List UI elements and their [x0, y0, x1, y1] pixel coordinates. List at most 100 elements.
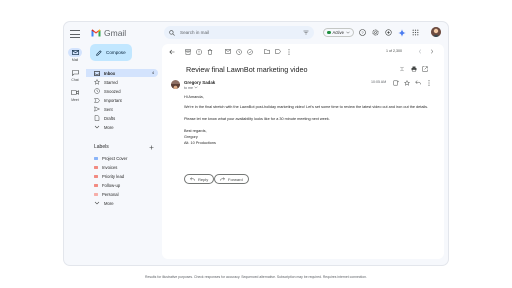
label-item-label: Personal — [102, 191, 119, 197]
reply-icon[interactable] — [414, 79, 421, 86]
star-toggle-icon[interactable] — [403, 79, 410, 86]
reply-label: Reply — [198, 176, 209, 182]
trash-icon[interactable] — [206, 48, 213, 55]
collapse-all-icon[interactable] — [398, 65, 405, 72]
gmail-m-icon — [91, 29, 101, 37]
gear-icon[interactable] — [371, 28, 380, 37]
label-item-more[interactable]: More — [86, 199, 158, 207]
body-greeting: Hi Amanda, — [184, 95, 204, 99]
add-task-icon[interactable] — [246, 48, 253, 55]
forward-label: Forward — [228, 176, 243, 182]
send-icon — [94, 106, 100, 112]
help-icon[interactable]: ? — [358, 28, 367, 37]
main-menu-icon[interactable] — [70, 30, 80, 38]
label-color-icon — [94, 192, 98, 196]
pencil-icon — [96, 49, 102, 56]
body-signature-name: Gregory — [184, 135, 198, 139]
forward-button[interactable]: Forward — [214, 174, 249, 184]
gemini-chat-icon[interactable] — [384, 28, 393, 37]
archive-icon[interactable] — [184, 48, 191, 55]
sidebar-item-sent[interactable]: Sent — [86, 105, 158, 113]
print-icon[interactable] — [410, 65, 417, 72]
sidebar-item-label: Sent — [104, 106, 113, 112]
summarize-icon[interactable] — [392, 79, 399, 86]
move-to-folder-icon[interactable] — [263, 48, 270, 55]
more-vert-icon[interactable] — [285, 48, 292, 55]
label-item-label: Priority lead — [102, 173, 125, 179]
body-paragraph: Please let me know what your availabilit… — [184, 117, 330, 121]
reply-arrow-icon — [190, 177, 195, 181]
sidebar-item-label: Important — [104, 97, 122, 103]
search-bar[interactable]: Search in mail — [164, 26, 314, 39]
sidebar-item-more[interactable]: More — [86, 123, 158, 131]
sidebar-item-starred[interactable]: Starred — [86, 78, 158, 86]
rail-label-meet: Meet — [71, 98, 79, 102]
labels-header: Labels — [94, 144, 154, 150]
rail-item-chat[interactable]: Chat — [64, 68, 86, 82]
sidebar-item-label: Inbox — [104, 70, 116, 76]
forward-arrow-icon — [220, 177, 225, 181]
gmail-window: Mail Chat Meet Gmail Search in mail Acti… — [64, 22, 448, 265]
back-arrow-icon[interactable] — [168, 48, 175, 55]
older-chevron-icon[interactable] — [428, 48, 435, 55]
svg-text:?: ? — [361, 30, 364, 35]
label-item-invoices[interactable]: Invoices — [86, 163, 158, 171]
sidebar-item-label: More — [104, 124, 114, 130]
snooze-clock-icon[interactable] — [235, 48, 242, 55]
reply-button[interactable]: Reply — [184, 174, 215, 184]
account-avatar[interactable] — [431, 27, 441, 37]
inbox-count: 4 — [152, 71, 154, 75]
body-signature-company: Alt. 10 Productions — [184, 141, 216, 145]
sender-avatar[interactable] — [171, 80, 180, 89]
apps-grid-icon[interactable] — [411, 28, 420, 37]
status-label: Active — [332, 30, 344, 35]
rail-label-mail: Mail — [71, 58, 79, 62]
compose-button[interactable]: Compose — [90, 44, 132, 61]
video-icon — [68, 88, 82, 97]
chevron-down-icon — [94, 125, 100, 129]
pagination-text: 1 of 2,300 — [386, 49, 402, 53]
recipient-text: to me — [184, 86, 193, 90]
sidebar-item-drafts[interactable]: Drafts — [86, 114, 158, 122]
add-label-icon[interactable] — [149, 145, 154, 150]
label-item-label: Project Cover — [102, 155, 128, 161]
newer-chevron-icon[interactable] — [416, 48, 423, 55]
gemini-sparkle-icon[interactable] — [397, 28, 406, 37]
app-name: Gmail — [104, 28, 127, 38]
rail-label-chat: Chat — [71, 78, 79, 82]
label-item-project-cover[interactable]: Project Cover — [86, 154, 158, 162]
label-item-priority-lead[interactable]: Priority lead — [86, 172, 158, 180]
sidebar-item-label: Snoozed — [104, 88, 121, 94]
email-view: 1 of 2,300 Review final LawnBot marketin… — [162, 44, 444, 259]
search-input[interactable]: Search in mail — [180, 30, 298, 35]
search-options-icon[interactable] — [303, 30, 309, 35]
email-timestamp: 10:05 AM — [371, 80, 387, 84]
label-color-icon — [94, 183, 98, 187]
mark-unread-icon[interactable] — [224, 48, 231, 55]
label-item-personal[interactable]: Personal — [86, 190, 158, 198]
open-in-new-window-icon[interactable] — [421, 65, 428, 72]
label-color-icon — [94, 174, 98, 178]
rail-item-meet[interactable]: Meet — [64, 88, 86, 102]
sidebar-item-snoozed[interactable]: Snoozed — [86, 87, 158, 95]
more-vert-icon[interactable] — [425, 79, 432, 86]
label-item-follow-up[interactable]: Follow-up — [86, 181, 158, 189]
report-spam-icon[interactable] — [195, 48, 202, 55]
compose-label: Compose — [106, 50, 126, 55]
search-icon[interactable] — [169, 29, 175, 36]
sender-name[interactable]: Gregory Sadak — [184, 80, 215, 85]
sidebar-item-label: Starred — [104, 79, 118, 85]
inbox-icon — [94, 70, 100, 76]
label-tag-icon[interactable] — [274, 48, 281, 55]
label-item-label: More — [104, 200, 114, 206]
rail-item-mail[interactable]: Mail — [64, 48, 86, 62]
status-selector[interactable]: Active — [323, 28, 354, 37]
sidebar-item-label: Drafts — [104, 115, 116, 121]
recipient-line[interactable]: to me — [184, 86, 198, 90]
sidebar-item-inbox[interactable]: Inbox 4 — [86, 69, 158, 77]
draft-icon — [94, 115, 100, 121]
body-paragraph: We're in the final stretch with the Lawn… — [184, 105, 429, 109]
labels-title: Labels — [94, 144, 109, 150]
gmail-logo[interactable]: Gmail — [91, 28, 126, 38]
sidebar-item-important[interactable]: Important — [86, 96, 158, 104]
